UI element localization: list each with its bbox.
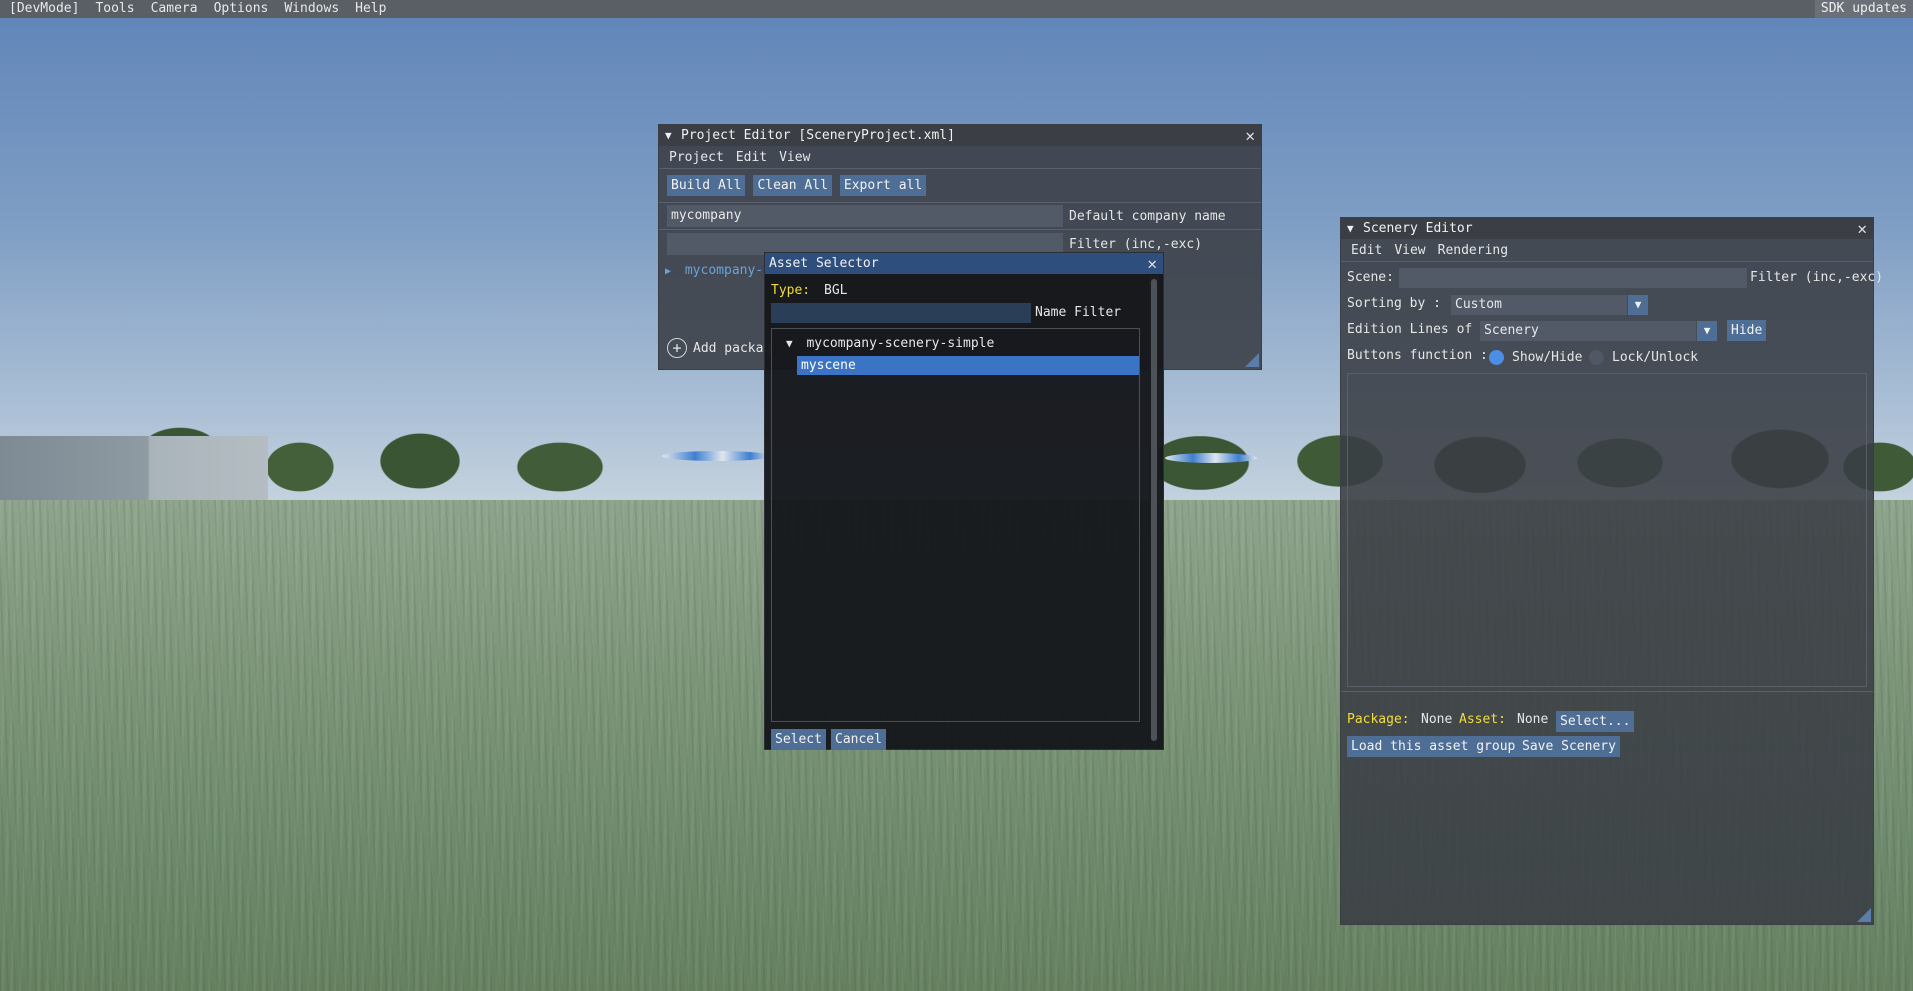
menu-rendering[interactable]: Rendering [1432, 243, 1514, 258]
close-icon[interactable]: ✕ [1857, 218, 1867, 239]
name-filter-input[interactable] [771, 303, 1031, 323]
project-toolbar: Build All Clean All Export all [659, 169, 1261, 202]
menu-project[interactable]: Project [663, 150, 730, 165]
resize-grip-icon[interactable] [1857, 908, 1871, 922]
resize-grip-icon[interactable] [1245, 353, 1259, 367]
save-scenery-button[interactable]: Save Scenery [1518, 736, 1620, 757]
tree-node-myscene[interactable]: myscene [797, 356, 1139, 375]
plus-circle-icon: + [667, 338, 687, 358]
hide-button[interactable]: Hide [1727, 320, 1767, 341]
edition-lines-dropdown[interactable]: Scenery [1480, 321, 1696, 341]
asset-label: Asset: [1459, 712, 1506, 727]
top-menu-bar: [DevMode] Tools Camera Options Windows H… [0, 0, 1913, 18]
aircraft-wing-right [1165, 453, 1257, 463]
chevron-down-icon[interactable]: ▼ [1628, 295, 1648, 315]
sorting-label: Sorting by : [1347, 296, 1441, 311]
project-editor-title: Project Editor [SceneryProject.xml] [681, 128, 955, 143]
menu-camera[interactable]: Camera [143, 0, 206, 18]
project-filter-label: Filter (inc,-exc) [1069, 236, 1203, 252]
hangar-building [0, 436, 268, 506]
scenery-editor-window: ▼ Scenery Editor ✕ Edit View Rendering S… [1340, 217, 1883, 925]
menu-edit[interactable]: Edit [730, 150, 773, 165]
asset-value: None [1517, 712, 1549, 727]
scenery-editor-titlebar[interactable]: ▼ Scenery Editor ✕ [1341, 218, 1873, 239]
project-tree-item[interactable]: ▶ mycompany- [665, 263, 763, 278]
scenery-objects-list[interactable] [1347, 373, 1867, 687]
radio-show-hide[interactable] [1489, 350, 1504, 365]
menu-view[interactable]: View [1388, 243, 1431, 258]
close-icon[interactable]: ✕ [1147, 253, 1157, 274]
radio-lock-unlock[interactable] [1589, 350, 1604, 365]
type-value: BGL [824, 283, 848, 298]
sdk-updates-button[interactable]: SDK updates [1814, 0, 1913, 18]
tree-node-parent-label: mycompany-scenery-simple [806, 336, 995, 351]
menu-help[interactable]: Help [347, 0, 394, 18]
radio-lock-unlock-label: Lock/Unlock [1612, 350, 1699, 365]
scene-filter-label: Filter (inc,-exc) [1750, 270, 1884, 285]
select-button[interactable]: Select [771, 729, 826, 750]
radio-show-hide-label: Show/Hide [1512, 350, 1583, 365]
asset-selector-titlebar[interactable]: Asset Selector ✕ [765, 253, 1163, 274]
sorting-dropdown[interactable]: Custom [1451, 295, 1627, 315]
menu-options[interactable]: Options [206, 0, 277, 18]
asset-selector-title: Asset Selector [769, 256, 879, 271]
company-row: mycompany Default company name [659, 205, 1261, 227]
project-editor-menu: Project Edit View [659, 146, 1261, 168]
asset-selector-dialog: Asset Selector ✕ Type: BGL Name Filter ▼… [764, 252, 1164, 750]
close-icon[interactable]: ✕ [1245, 125, 1255, 146]
package-label: Package: [1347, 712, 1410, 727]
menu-view[interactable]: View [773, 150, 816, 165]
project-tree-label: mycompany- [684, 263, 764, 278]
scenery-editor-title: Scenery Editor [1363, 221, 1473, 236]
expand-triangle-icon[interactable]: ▼ [786, 337, 793, 350]
build-all-button[interactable]: Build All [667, 175, 746, 196]
company-name-label: Default company name [1069, 208, 1226, 224]
aircraft-wing-left [662, 451, 772, 461]
add-package-label: Add packag [693, 340, 772, 356]
cancel-button[interactable]: Cancel [831, 729, 886, 750]
name-filter-label: Name Filter [1035, 305, 1122, 320]
collapse-triangle-icon[interactable]: ▼ [665, 125, 672, 146]
edition-lines-label: Edition Lines of [1347, 322, 1473, 337]
buttons-function-label: Buttons function : [1347, 348, 1488, 363]
divider [659, 202, 1261, 203]
divider [1341, 261, 1873, 262]
clean-all-button[interactable]: Clean All [753, 175, 832, 196]
scene-label: Scene: [1347, 270, 1394, 285]
select-asset-button[interactable]: Select... [1556, 711, 1635, 732]
menu-tools[interactable]: Tools [87, 0, 142, 18]
type-label: Type: [771, 283, 811, 298]
asset-scrollbar[interactable] [1149, 275, 1159, 745]
add-package-button[interactable]: + Add packag [667, 338, 771, 358]
company-name-input[interactable]: mycompany [667, 205, 1063, 227]
menu-windows[interactable]: Windows [276, 0, 347, 18]
divider [1341, 691, 1873, 692]
tree-node-parent[interactable]: ▼ mycompany-scenery-simple [786, 336, 994, 351]
menu-edit[interactable]: Edit [1345, 243, 1388, 258]
scenery-editor-menu: Edit View Rendering [1341, 239, 1873, 261]
menu-devmode[interactable]: [DevMode] [0, 0, 87, 18]
asset-tree: ▼ mycompany-scenery-simple myscene [771, 328, 1140, 722]
package-value: None [1421, 712, 1453, 727]
export-all-button[interactable]: Export all [839, 175, 927, 196]
chevron-down-icon[interactable]: ▼ [1697, 321, 1717, 341]
collapse-triangle-icon[interactable]: ▼ [1347, 218, 1354, 239]
divider [659, 229, 1261, 230]
load-asset-group-button[interactable]: Load this asset group [1347, 736, 1520, 757]
project-editor-titlebar[interactable]: ▼ Project Editor [SceneryProject.xml] ✕ [659, 125, 1261, 146]
expand-triangle-icon[interactable]: ▶ [665, 266, 671, 277]
scene-filter-input[interactable] [1399, 268, 1747, 288]
scrollbar-thumb[interactable] [1151, 279, 1157, 741]
